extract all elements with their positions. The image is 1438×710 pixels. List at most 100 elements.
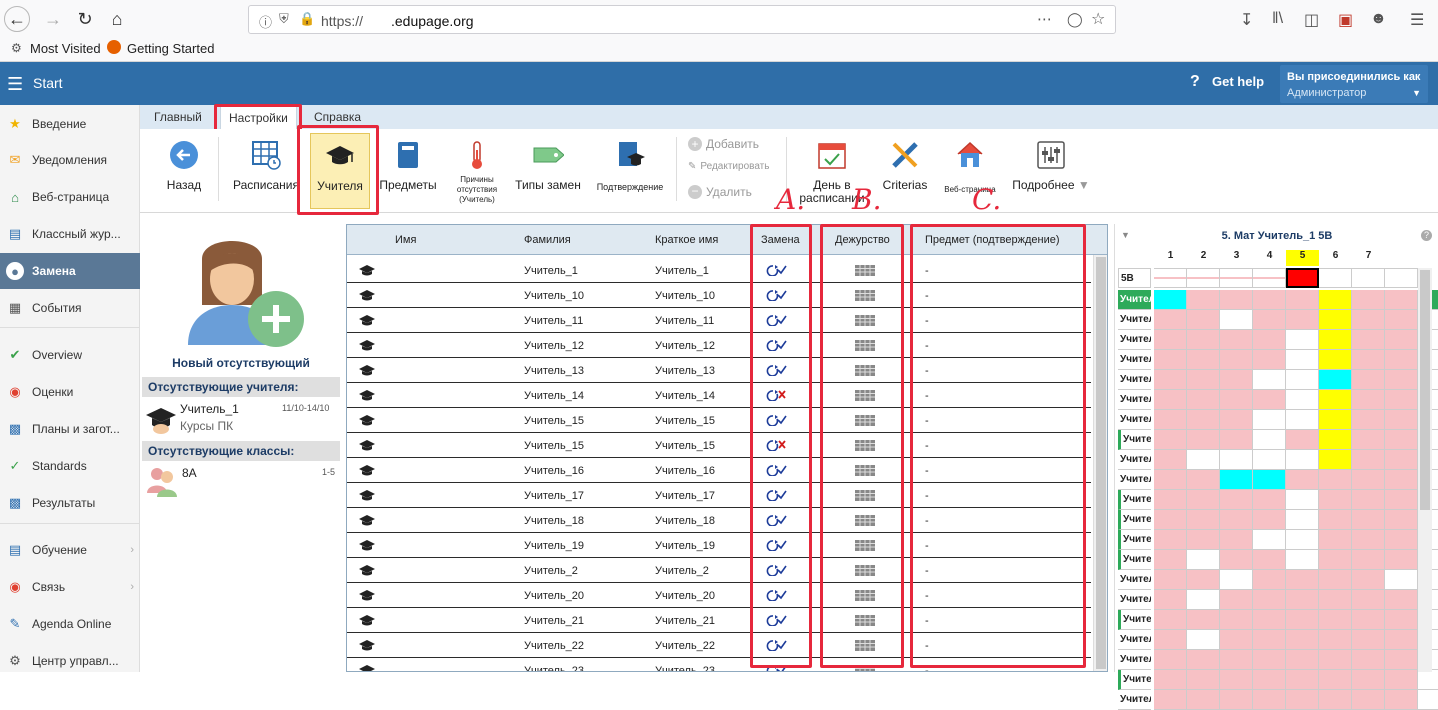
- absent-class-item[interactable]: 8А 1-5: [142, 463, 340, 499]
- timetable-cell[interactable]: [1352, 530, 1385, 550]
- timetable-cell[interactable]: [1352, 570, 1385, 590]
- timetable-cell[interactable]: [1352, 350, 1385, 370]
- timetable-cell[interactable]: [1385, 670, 1418, 690]
- sidebar-item-4[interactable]: ▤ Классный жур...: [0, 216, 140, 252]
- timetable-cell[interactable]: [1154, 268, 1187, 288]
- confirmation-button[interactable]: Подтверждение: [592, 133, 668, 209]
- timetable-scroll-thumb[interactable]: [1420, 270, 1430, 510]
- timetable-cell[interactable]: [1253, 510, 1286, 530]
- timetable-cell[interactable]: [1253, 268, 1286, 288]
- timetable-cell[interactable]: [1319, 430, 1352, 450]
- timetable-cell[interactable]: [1154, 390, 1187, 410]
- sidebar-item-5[interactable]: ● Замена: [0, 253, 140, 289]
- timetable-cell[interactable]: [1286, 370, 1319, 390]
- sidebar-item-10[interactable]: ✓ Standards: [0, 448, 140, 484]
- timetable-cell[interactable]: [1385, 450, 1418, 470]
- timetable-cell[interactable]: [1253, 470, 1286, 490]
- sidebar-item-2[interactable]: ✉ Уведомления: [0, 142, 140, 178]
- timetable-cell[interactable]: [1220, 450, 1253, 470]
- tab-main[interactable]: Главный: [146, 105, 210, 129]
- schedules-button[interactable]: Расписания: [230, 133, 302, 209]
- timetable-cell[interactable]: [1286, 570, 1319, 590]
- timetable-cell[interactable]: [1385, 590, 1418, 610]
- timetable-cell[interactable]: [1154, 450, 1187, 470]
- timetable-cell[interactable]: [1154, 470, 1187, 490]
- timetable-cell[interactable]: [1286, 430, 1319, 450]
- grid-scroll-thumb[interactable]: [1096, 257, 1106, 669]
- timetable-cell[interactable]: [1154, 570, 1187, 590]
- back-arrow-icon[interactable]: ←: [4, 6, 30, 32]
- timetable-cell[interactable]: [1220, 550, 1253, 570]
- timetable-cell[interactable]: [1352, 330, 1385, 350]
- timetable-cell[interactable]: [1286, 550, 1319, 570]
- account-icon[interactable]: ☻: [1370, 10, 1387, 28]
- help-icon[interactable]: ?: [1421, 230, 1432, 241]
- url-bar[interactable]: ⓘ ⛨ 🔒 https:// .edupage.org ⋯ ◯ ☆: [248, 5, 1116, 34]
- timetable-cell[interactable]: [1154, 350, 1187, 370]
- timetable-cell[interactable]: [1319, 550, 1352, 570]
- timetable-cell[interactable]: [1385, 550, 1418, 570]
- new-absent-avatar[interactable]: [180, 227, 310, 347]
- new-absent-link[interactable]: Новый отсутствующий: [140, 356, 342, 370]
- bookmark-getting-started[interactable]: Getting Started: [127, 41, 214, 56]
- timetable-cell[interactable]: [1253, 430, 1286, 450]
- timetable-cell[interactable]: [1220, 290, 1253, 310]
- timetable-cell[interactable]: [1286, 450, 1319, 470]
- timetable-cell[interactable]: [1154, 650, 1187, 670]
- timetable-cell[interactable]: [1253, 610, 1286, 630]
- timetable-cell[interactable]: [1253, 550, 1286, 570]
- timetable-cell[interactable]: [1286, 330, 1319, 350]
- role-selector[interactable]: Вы присоединились как Администратор ▼: [1280, 65, 1428, 103]
- timetable-cell[interactable]: [1385, 310, 1418, 330]
- timetable-cell[interactable]: [1352, 310, 1385, 330]
- timetable-cell[interactable]: [1319, 310, 1352, 330]
- timetable-cell[interactable]: [1286, 490, 1319, 510]
- absent-teacher-item[interactable]: Учитель_1 11/10-14/10 Курсы ПК: [142, 399, 340, 439]
- timetable-cell[interactable]: [1253, 410, 1286, 430]
- timetable-cell[interactable]: [1253, 690, 1286, 710]
- help-icon[interactable]: ?: [1190, 73, 1200, 91]
- timetable-cell[interactable]: [1352, 490, 1385, 510]
- timetable-cell[interactable]: [1286, 350, 1319, 370]
- timetable-cell[interactable]: [1253, 530, 1286, 550]
- shield-icon[interactable]: ⛨: [279, 11, 289, 27]
- timetable-cell[interactable]: [1187, 430, 1220, 450]
- timetable-cell[interactable]: [1220, 670, 1253, 690]
- timetable-cell[interactable]: [1154, 590, 1187, 610]
- sidebar-item-12[interactable]: ▤ Обучение ›: [0, 532, 140, 568]
- timetable-cell[interactable]: [1286, 290, 1319, 310]
- timetable-scrollbar[interactable]: [1418, 268, 1432, 672]
- timetable-cell[interactable]: [1352, 550, 1385, 570]
- timetable-cell[interactable]: [1187, 470, 1220, 490]
- timetable-cell[interactable]: [1154, 310, 1187, 330]
- subjects-button[interactable]: Предметы: [378, 133, 438, 209]
- timetable-cell[interactable]: [1286, 670, 1319, 690]
- sidebar-item-3[interactable]: ⌂ Веб-страница: [0, 179, 140, 215]
- timetable-cell[interactable]: [1187, 290, 1220, 310]
- timetable-cell[interactable]: [1154, 510, 1187, 530]
- timetable-cell[interactable]: [1187, 650, 1220, 670]
- timetable-cell[interactable]: [1385, 390, 1418, 410]
- timetable-cell[interactable]: [1187, 410, 1220, 430]
- timetable-cell[interactable]: [1187, 550, 1220, 570]
- grid-scrollbar[interactable]: [1093, 255, 1107, 671]
- timetable-cell[interactable]: [1154, 290, 1187, 310]
- timetable-cell[interactable]: [1286, 630, 1319, 650]
- timetable-cell[interactable]: [1385, 610, 1418, 630]
- timetable-cell[interactable]: [1385, 510, 1418, 530]
- timetable-cell[interactable]: [1187, 450, 1220, 470]
- timetable-cell[interactable]: [1286, 390, 1319, 410]
- substitution-types-button[interactable]: Типы замен: [510, 133, 586, 209]
- criterias-button[interactable]: Criterias: [874, 133, 936, 209]
- timetable-cell[interactable]: [1319, 290, 1352, 310]
- extension-icon[interactable]: ▣: [1338, 10, 1353, 30]
- timetable-cell[interactable]: [1220, 510, 1253, 530]
- more-button[interactable]: Подробнее ▼: [1010, 133, 1092, 209]
- sidebar-item-6[interactable]: ▦ События: [0, 290, 140, 326]
- timetable-cell[interactable]: [1319, 650, 1352, 670]
- home-icon[interactable]: ⌂: [104, 6, 130, 32]
- timetable-cell[interactable]: [1253, 630, 1286, 650]
- timetable-cell[interactable]: [1319, 690, 1352, 710]
- timetable-cell[interactable]: [1286, 650, 1319, 670]
- timetable-cell[interactable]: [1253, 570, 1286, 590]
